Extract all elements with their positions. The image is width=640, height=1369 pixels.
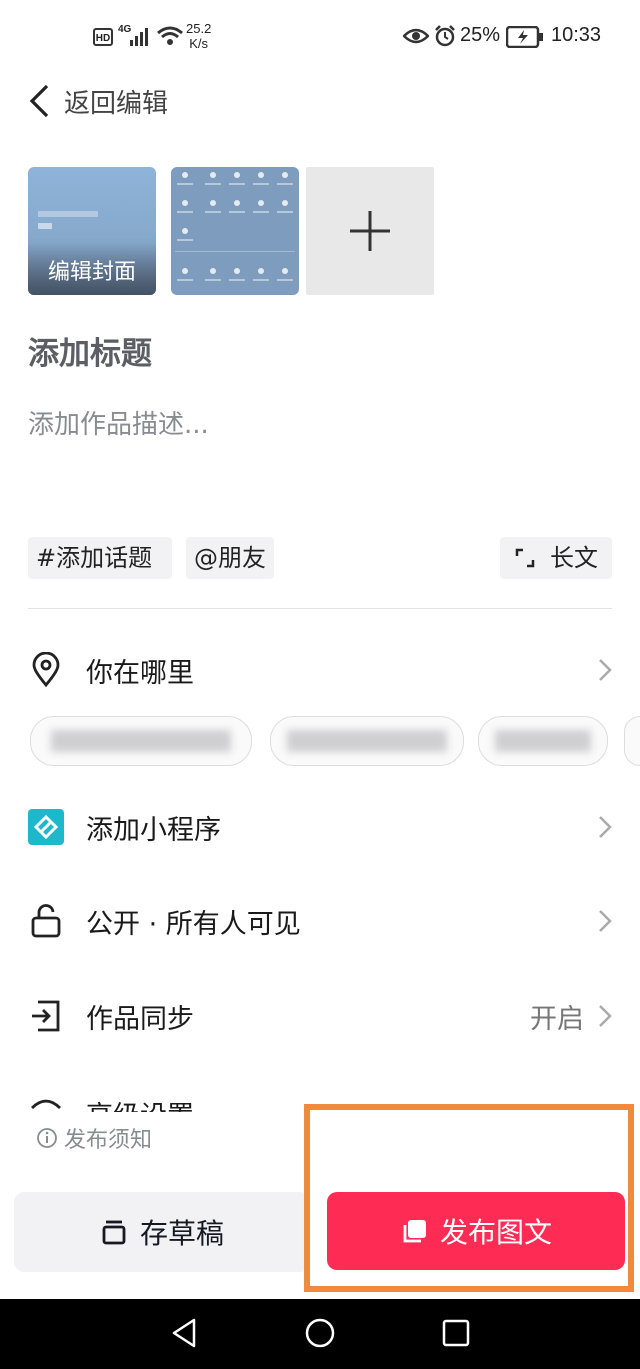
image-stack-icon: [403, 1220, 426, 1243]
advanced-settings-row[interactable]: 高级设置: [28, 1098, 612, 1112]
description-input[interactable]: 添加作品描述...: [28, 404, 209, 441]
blurred-location-text: [51, 730, 231, 752]
back-arrow-icon: [29, 84, 49, 118]
signal-icon: [130, 28, 148, 46]
nav-home-icon[interactable]: [304, 1317, 336, 1349]
publish-notice-link[interactable]: 发布须知: [36, 1122, 152, 1154]
sync-icon: [32, 1000, 60, 1032]
back-label: 返回编辑: [64, 88, 169, 119]
add-image-button[interactable]: [306, 167, 434, 295]
blurred-location-text: [495, 730, 591, 752]
eye-icon: [403, 28, 429, 44]
mention-friend-chip[interactable]: @朋友: [186, 537, 274, 579]
visibility-label: 公开 · 所有人可见: [86, 908, 301, 940]
chevron-right-icon: [599, 1005, 612, 1027]
long-text-button[interactable]: 长文: [500, 537, 612, 579]
blurred-location-text: [287, 730, 447, 752]
title-input[interactable]: 添加标题: [28, 328, 152, 373]
publish-notice-label: 发布须知: [64, 1128, 153, 1153]
publish-label: 发布图文: [439, 1216, 552, 1249]
long-text-label: 长文: [550, 544, 598, 572]
add-topic-chip[interactable]: #添加话题: [28, 537, 172, 579]
mini-program-icon: [28, 809, 64, 845]
location-row[interactable]: 你在哪里: [28, 640, 612, 700]
unlock-icon: [31, 904, 61, 938]
network-speed: 25.2 K/s: [186, 21, 212, 51]
battery-percent: 25%: [460, 24, 501, 46]
system-nav-bar: [0, 1299, 640, 1369]
status-bar: HD 4G 25.2 K/s 25% 10:33: [0, 0, 640, 74]
location-suggestion-chip[interactable]: [30, 716, 252, 766]
nav-recents-icon[interactable]: [440, 1317, 472, 1349]
preview-tag: [38, 223, 52, 229]
hd-badge: HD: [93, 28, 113, 46]
sync-label: 作品同步: [86, 1003, 194, 1035]
visibility-row[interactable]: 公开 · 所有人可见: [28, 891, 612, 951]
battery-icon: [506, 26, 543, 48]
sync-row[interactable]: 作品同步 开启: [28, 986, 612, 1046]
location-label: 你在哪里: [86, 657, 194, 689]
alarm-icon: [435, 25, 455, 47]
preview-line: [38, 211, 98, 217]
location-suggestion-chip[interactable]: [624, 716, 640, 766]
info-icon: [37, 1128, 57, 1148]
save-draft-label: 存草稿: [139, 1217, 224, 1250]
image-thumbnail[interactable]: [171, 167, 299, 295]
cover-thumbnail[interactable]: 编辑封面: [28, 167, 156, 295]
location-pin-icon: [32, 652, 60, 688]
chevron-right-icon: [599, 910, 612, 932]
back-button[interactable]: 返回编辑: [28, 78, 168, 124]
advanced-settings-label: 高级设置: [86, 1098, 194, 1112]
clock: 10:33: [551, 24, 602, 46]
location-suggestion-chip[interactable]: [478, 716, 608, 766]
publish-button[interactable]: 发布图文: [327, 1192, 625, 1270]
settings-icon: [31, 1099, 61, 1110]
nav-back-icon[interactable]: [168, 1317, 200, 1349]
mini-program-label: 添加小程序: [86, 814, 221, 846]
plus-icon: [350, 211, 390, 251]
chevron-right-icon: [599, 816, 612, 838]
wifi-icon: [157, 26, 183, 45]
draft-box-icon: [102, 1220, 126, 1245]
edit-cover-label: 编辑封面: [28, 243, 156, 295]
expand-icon: [515, 548, 535, 568]
chevron-right-icon: [599, 659, 612, 681]
sync-status: 开启: [530, 1003, 584, 1035]
save-draft-button[interactable]: 存草稿: [14, 1192, 310, 1272]
weather-grid-preview: [175, 172, 295, 281]
location-suggestion-chip[interactable]: [270, 716, 464, 766]
divider: [28, 608, 612, 609]
mini-program-row[interactable]: 添加小程序: [28, 797, 612, 857]
